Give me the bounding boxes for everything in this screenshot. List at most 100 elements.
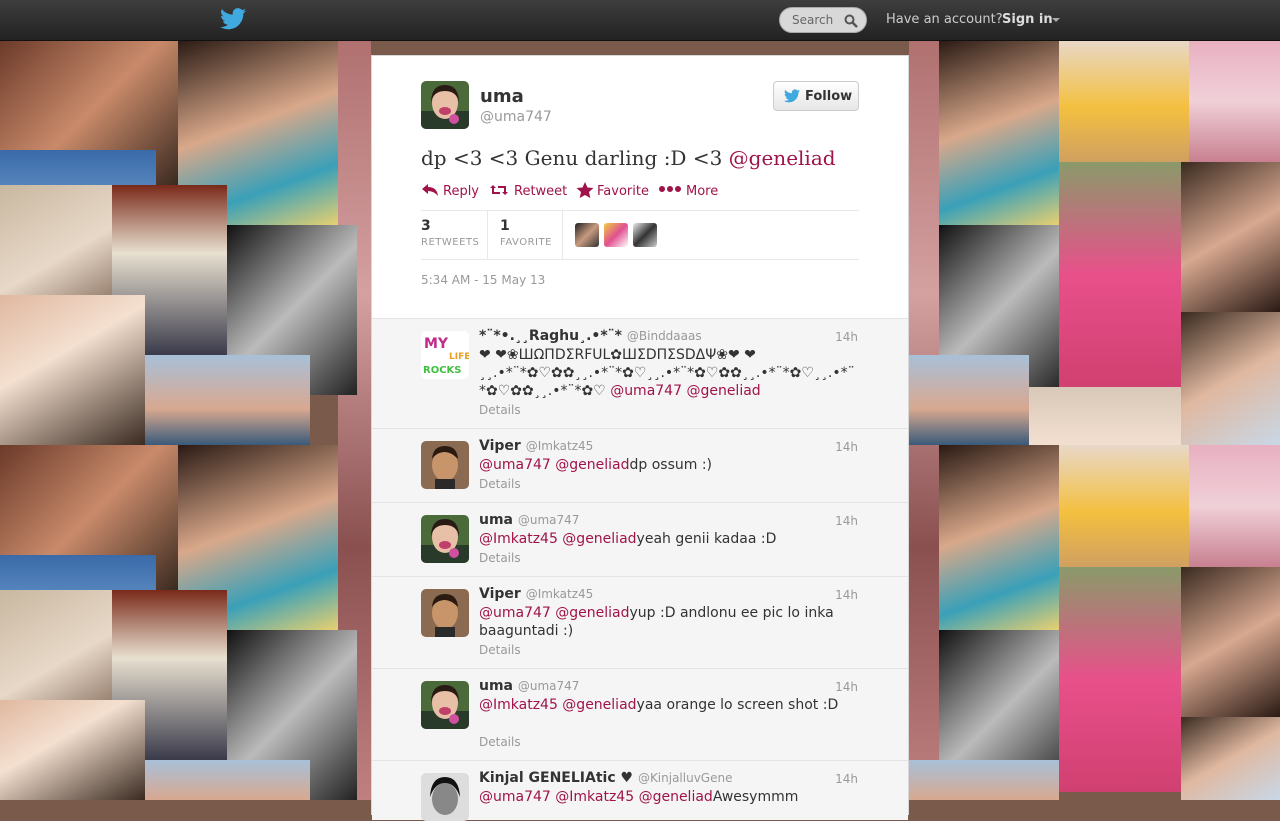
mention-link[interactable]: @Imkatz45 @geneliad: [479, 531, 637, 547]
reply-time[interactable]: 14h: [835, 514, 858, 528]
details-link[interactable]: Details: [479, 735, 521, 749]
favorites-label: FAVORITE: [500, 237, 552, 248]
twitter-bird-icon[interactable]: [220, 8, 246, 30]
avatar[interactable]: [421, 773, 469, 821]
reply-time[interactable]: 14h: [835, 588, 858, 602]
reply-text-body: yaa orange lo screen shot :D: [636, 697, 839, 713]
mention-link[interactable]: @uma747 @geneliad: [479, 457, 630, 473]
details-link[interactable]: Details: [479, 477, 521, 491]
reply-text-body: yeah genii kadaa :D: [636, 531, 777, 547]
details-link[interactable]: Details: [479, 551, 521, 565]
background-photo: [0, 295, 145, 445]
retweets-label: RETWEETS: [421, 237, 480, 248]
tweet-text: dp <3 <3 Genu darling :D <3 @geneliad: [421, 146, 836, 170]
twitter-bird-icon: [784, 89, 800, 103]
reply-author[interactable]: *¨*•.¸¸Raghu¸.•*¨* @Binddaaas: [479, 328, 702, 344]
star-icon: [576, 182, 594, 198]
background-photo: [909, 355, 1029, 445]
svg-text:ROCKS: ROCKS: [423, 365, 462, 376]
reply-author-handle: @uma747: [517, 679, 580, 693]
reply-time[interactable]: 14h: [835, 772, 858, 786]
search-input[interactable]: Search: [779, 7, 867, 33]
list-item[interactable]: MY LIFE ROCKS *¨*•.¸¸Raghu¸.•*¨* @Bindda…: [372, 318, 908, 428]
reply-author-handle: @Imkatz45: [525, 587, 594, 601]
list-item[interactable]: Kinjal GENELIAtic ♥ @KinjalluvGene 14h @…: [372, 760, 908, 821]
list-item[interactable]: Viper @Imkatz45 14h @uma747 @geneliadyup…: [372, 576, 908, 668]
favorites-count: 1: [500, 218, 510, 234]
tweet-detail-panel: uma @uma747 Follow dp <3 <3 Genu darling…: [371, 55, 909, 821]
reply-text: @uma747 @Imkatz45 @geneliadAwesymmm: [479, 788, 859, 806]
reply-author-name: *¨*•.¸¸Raghu¸.•*¨*: [479, 328, 623, 344]
search-placeholder: Search: [792, 13, 834, 27]
follow-button[interactable]: Follow: [773, 81, 859, 111]
reply-author[interactable]: Viper @Imkatz45: [479, 586, 593, 602]
avatar[interactable]: [421, 441, 469, 489]
favorites-stat[interactable]: 1 FAVORITE: [500, 211, 562, 259]
avatar[interactable]: MY LIFE ROCKS: [421, 331, 469, 379]
reply-author-handle: @uma747: [517, 513, 580, 527]
more-label: More: [686, 184, 719, 199]
main-tweet: uma @uma747 Follow dp <3 <3 Genu darling…: [372, 56, 908, 318]
author-name[interactable]: uma: [480, 86, 524, 107]
retweet-label: Retweet: [514, 184, 568, 199]
list-item[interactable]: uma @uma747 14h @Imkatz45 @geneliadyeah …: [372, 502, 908, 576]
reply-author[interactable]: Kinjal GENELIAtic ♥ @KinjalluvGene: [479, 770, 732, 786]
mention-link[interactable]: @uma747 @geneliad: [610, 383, 761, 399]
tweet-stats: 3 RETWEETS 1 FAVORITE: [421, 210, 859, 260]
background-photo: [1181, 567, 1280, 717]
background-photo: [145, 760, 310, 800]
favoriter-avatar[interactable]: [575, 223, 599, 247]
tweet-timestamp[interactable]: 5:34 AM - 15 May 13: [421, 273, 545, 287]
follow-label: Follow: [805, 89, 853, 104]
have-account-text: Have an account?: [886, 12, 1003, 27]
avatar[interactable]: [421, 515, 469, 563]
mention-link[interactable]: @geneliad: [729, 146, 836, 170]
details-link[interactable]: Details: [479, 403, 521, 417]
background-photo: [0, 700, 145, 800]
mention-link[interactable]: @Imkatz45 @geneliad: [479, 697, 637, 713]
background-photo: [1181, 162, 1280, 312]
reply-author-handle: @KinjalluvGene: [637, 771, 733, 785]
background-photo: [1189, 40, 1280, 162]
reply-text-body: Awesymmm: [712, 789, 799, 805]
background-photo: [909, 760, 1059, 800]
author-handle[interactable]: @uma747: [480, 109, 552, 125]
list-item[interactable]: uma @uma747 14h @Imkatz45 @geneliadyaa o…: [372, 668, 908, 760]
reply-text-body: dp ossum :): [629, 457, 713, 473]
tweet-text-body: dp <3 <3 Genu darling :D <3: [421, 146, 729, 170]
svg-text:MY: MY: [424, 336, 449, 352]
favoriter-avatar[interactable]: [604, 223, 628, 247]
sign-in-link[interactable]: Sign in: [1002, 12, 1053, 27]
retweets-stat[interactable]: 3 RETWEETS: [421, 211, 487, 259]
favoriter-avatar[interactable]: [633, 223, 657, 247]
avatar[interactable]: [421, 589, 469, 637]
chevron-down-icon[interactable]: [1052, 18, 1060, 22]
background-photo: [1059, 40, 1189, 162]
magnifier-icon[interactable]: [844, 14, 858, 28]
list-item[interactable]: Viper @Imkatz45 14h @uma747 @geneliaddp …: [372, 428, 908, 502]
mention-link[interactable]: @uma747 @geneliad: [479, 605, 630, 621]
background-photo: [1059, 445, 1189, 567]
reply-author-handle: @Imkatz45: [525, 439, 594, 453]
reply-author-name: Viper: [479, 586, 521, 602]
avatar[interactable]: [421, 681, 469, 729]
avatar[interactable]: [421, 81, 469, 129]
top-navigation-bar: Search Have an account? Sign in: [0, 0, 1280, 41]
details-link[interactable]: Details: [479, 643, 521, 657]
reply-text: ❤ ❤❀ШΩΠDΣRFUL✿ШΣDΠΣSDΔΨ❀❤ ❤ ¸¸.•*¨*✿♡✿✿¸…: [479, 346, 859, 400]
reply-author[interactable]: uma @uma747: [479, 678, 579, 694]
reply-author-handle: @Binddaaas: [626, 329, 702, 343]
background-photo: [1181, 717, 1280, 800]
reply-time[interactable]: 14h: [835, 680, 858, 694]
mention-link[interactable]: @uma747 @Imkatz45 @geneliad: [479, 789, 713, 805]
reply-label: Reply: [443, 184, 480, 199]
reply-author[interactable]: Viper @Imkatz45: [479, 438, 593, 454]
reply-time[interactable]: 14h: [835, 440, 858, 454]
reply-author-name: uma: [479, 678, 514, 694]
reply-time[interactable]: 14h: [835, 330, 858, 344]
reply-text: @Imkatz45 @geneliadyeah genii kadaa :D: [479, 530, 859, 548]
retweet-icon: [490, 185, 508, 195]
reply-author[interactable]: uma @uma747: [479, 512, 579, 528]
reply-text: @uma747 @geneliadyup :D andlonu ee pic l…: [479, 604, 859, 640]
background-photo: [1181, 312, 1280, 447]
